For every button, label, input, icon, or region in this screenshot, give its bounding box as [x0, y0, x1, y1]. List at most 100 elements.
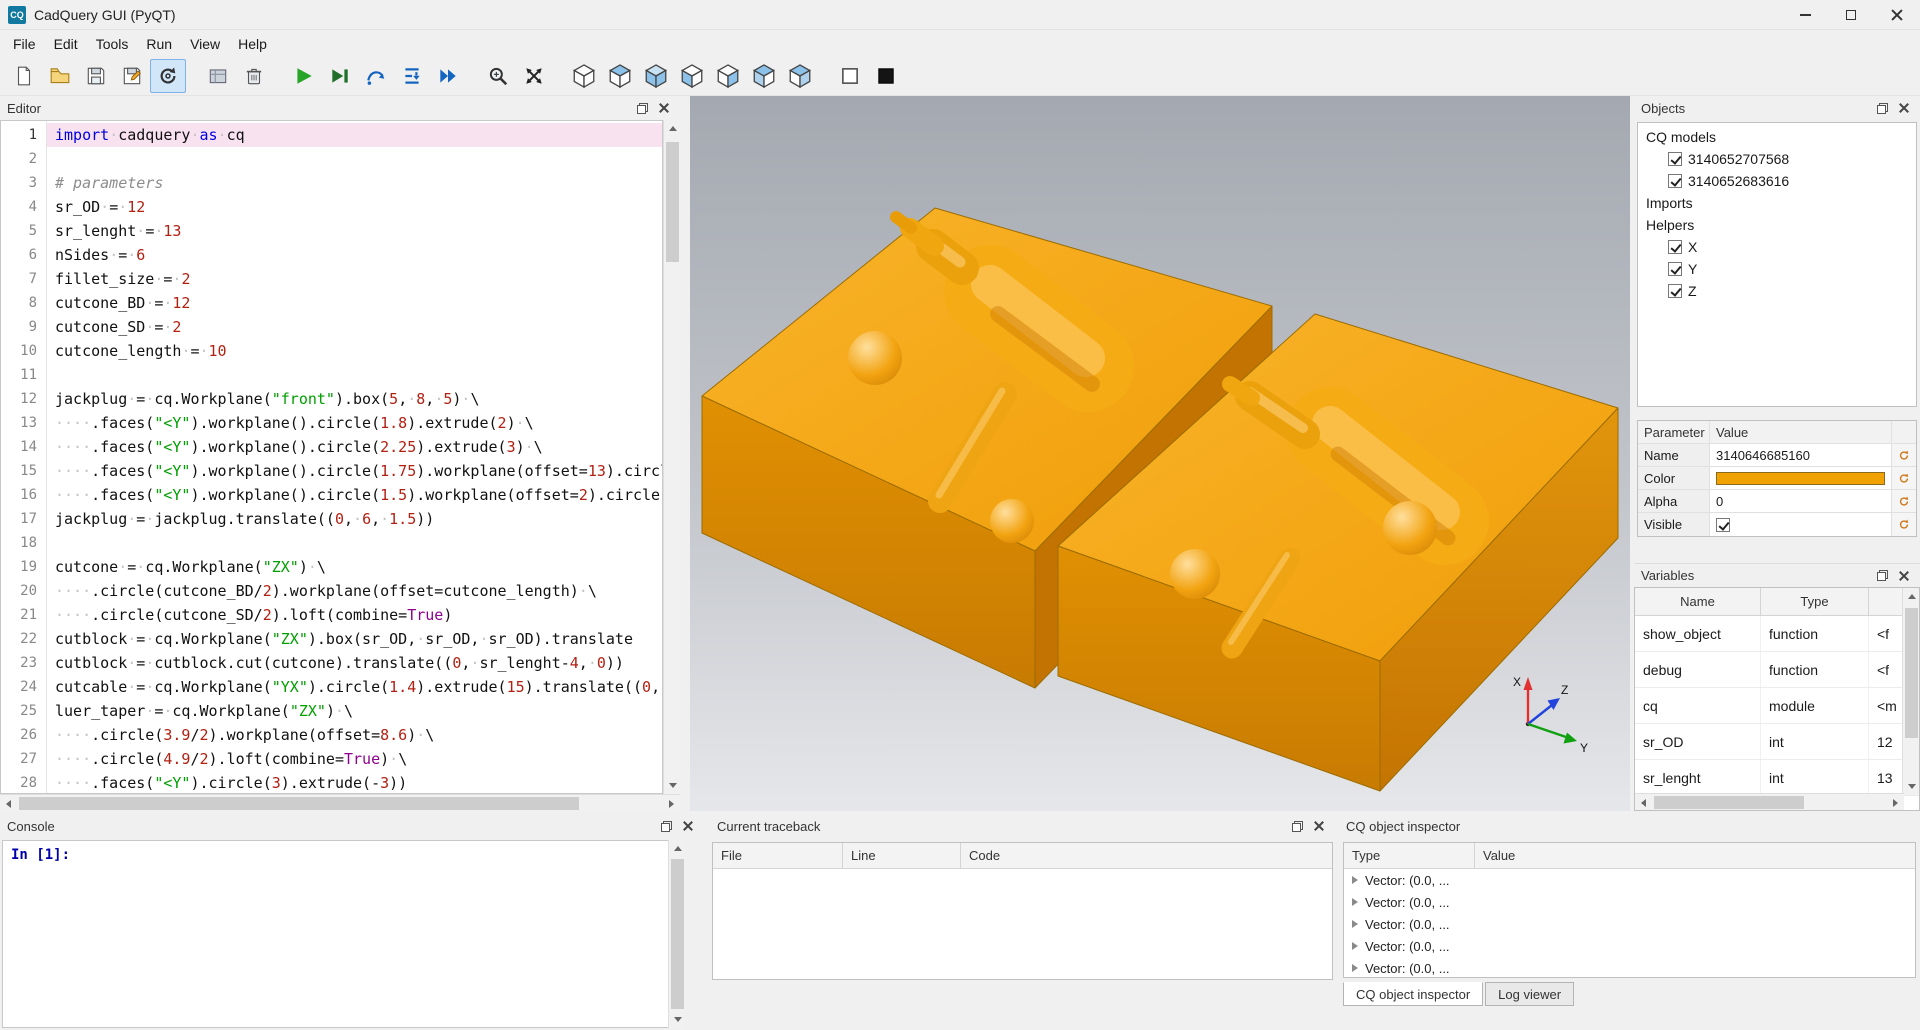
wireframe-button[interactable] [832, 59, 868, 93]
variable-row-cq[interactable]: cqmodule<m [1635, 688, 1919, 724]
scroll-up-button[interactable] [664, 120, 681, 137]
view-right-button[interactable] [782, 59, 818, 93]
variable-row-debug[interactable]: debugfunction<f [1635, 652, 1919, 688]
view-bottom-button[interactable] [638, 59, 674, 93]
property-name-value[interactable]: 3140646685160 [1710, 444, 1892, 466]
menu-file[interactable]: File [4, 33, 45, 55]
code-line[interactable]: ····.circle(4.9/2).loft(combine=True)·\ [47, 747, 662, 771]
variables-vscrollbar[interactable] [1902, 588, 1919, 795]
save-button[interactable] [78, 59, 114, 93]
view-top-button[interactable] [602, 59, 638, 93]
expand-icon[interactable] [1352, 964, 1358, 972]
code-line[interactable]: import·cadquery·as·cq [47, 123, 662, 147]
menu-run[interactable]: Run [137, 33, 181, 55]
scroll-thumb[interactable] [1905, 608, 1918, 738]
inspector-row[interactable]: Vector: (0.0, ... [1344, 957, 1915, 978]
tab-cq-object-inspector[interactable]: CQ object inspector [1343, 982, 1483, 1006]
minimize-button[interactable] [1782, 0, 1828, 30]
close-button[interactable] [1874, 0, 1920, 30]
expand-icon[interactable] [1352, 942, 1358, 950]
code-editor[interactable]: 1234567891011121314151617181920212223242… [0, 120, 663, 794]
scroll-left-button[interactable] [0, 795, 17, 812]
3d-viewport[interactable]: X Z Y [690, 96, 1630, 811]
expand-icon[interactable] [1352, 876, 1358, 884]
reset-visible-button[interactable] [1892, 513, 1916, 536]
expand-icon[interactable] [1352, 920, 1358, 928]
scroll-thumb[interactable] [666, 142, 679, 262]
traceback-col-code[interactable]: Code [961, 843, 1332, 868]
console-float-button[interactable] [657, 817, 675, 835]
clear-button[interactable] [200, 59, 236, 93]
variables-col-name[interactable]: Name [1635, 588, 1761, 615]
code-line[interactable] [47, 363, 662, 387]
menu-edit[interactable]: Edit [45, 33, 87, 55]
traceback-col-file[interactable]: File [713, 843, 843, 868]
tree-checkbox[interactable] [1668, 240, 1682, 254]
code-line[interactable] [47, 531, 662, 555]
scroll-down-button[interactable] [664, 777, 681, 794]
shaded-button[interactable] [868, 59, 904, 93]
menu-help[interactable]: Help [229, 33, 276, 55]
expand-icon[interactable] [1352, 898, 1358, 906]
code-line[interactable]: # parameters [47, 171, 662, 195]
tab-log-viewer[interactable]: Log viewer [1485, 982, 1574, 1006]
code-line[interactable]: nSides·=·6 [47, 243, 662, 267]
console-close-button[interactable] [679, 817, 697, 835]
inspector-row[interactable]: Vector: (0.0, ... [1344, 869, 1915, 891]
code-line[interactable]: cutcone·=·cq.Workplane("ZX")·\ [47, 555, 662, 579]
inspector-row[interactable]: Vector: (0.0, ... [1344, 891, 1915, 913]
reset-color-button[interactable] [1892, 467, 1916, 489]
scroll-thumb[interactable] [671, 859, 684, 1009]
scroll-down-button[interactable] [669, 1011, 686, 1028]
scroll-down-button[interactable] [1903, 778, 1920, 795]
properties-col-parameter[interactable]: Parameter [1638, 421, 1710, 443]
code-line[interactable]: ····.faces("<Y").circle(3).extrude(-3)) [47, 771, 662, 793]
code-line[interactable]: ····.circle(3.9/2).workplane(offset=8.6)… [47, 723, 662, 747]
reset-name-button[interactable] [1892, 444, 1916, 466]
view-left-button[interactable] [746, 59, 782, 93]
code-line[interactable]: cutblock·=·cq.Workplane("ZX").box(sr_OD,… [47, 627, 662, 651]
code-line[interactable]: cutcable·=·cq.Workplane("YX").circle(1.4… [47, 675, 662, 699]
variables-hscrollbar[interactable] [1635, 793, 1904, 810]
tree-checkbox[interactable] [1668, 284, 1682, 298]
code-line[interactable]: cutblock·=·cutblock.cut(cutcone).transla… [47, 651, 662, 675]
variables-col-type[interactable]: Type [1761, 588, 1869, 615]
color-swatch[interactable] [1716, 472, 1885, 485]
tree-item-3140652707568[interactable]: 3140652707568 [1638, 148, 1916, 170]
tree-checkbox[interactable] [1668, 262, 1682, 276]
tree-item-x[interactable]: X [1638, 236, 1916, 258]
tree-item-z[interactable]: Z [1638, 280, 1916, 302]
code-line[interactable]: cutcone_SD·=·2 [47, 315, 662, 339]
continue-button[interactable] [430, 59, 466, 93]
tree-item-imports[interactable]: Imports [1638, 192, 1916, 214]
delete-button[interactable] [236, 59, 272, 93]
tree-item-y[interactable]: Y [1638, 258, 1916, 280]
autoreload-button[interactable] [150, 59, 186, 93]
step-into-button[interactable] [394, 59, 430, 93]
scroll-thumb[interactable] [1654, 796, 1804, 809]
code-line[interactable]: ····.faces("<Y").workplane().circle(1.75… [47, 459, 662, 483]
view-front-button[interactable] [674, 59, 710, 93]
inspector-row[interactable]: Vector: (0.0, ... [1344, 935, 1915, 957]
scroll-thumb[interactable] [19, 797, 579, 810]
zoom-fit-button[interactable] [480, 59, 516, 93]
tree-checkbox[interactable] [1668, 174, 1682, 188]
property-alpha-value[interactable]: 0 [1710, 490, 1892, 512]
editor-hscrollbar[interactable] [0, 794, 680, 811]
tree-item-3140652683616[interactable]: 3140652683616 [1638, 170, 1916, 192]
console-vscrollbar[interactable] [668, 840, 685, 1028]
menu-view[interactable]: View [181, 33, 229, 55]
code-line[interactable]: ····.faces("<Y").workplane().circle(2.25… [47, 435, 662, 459]
new-file-button[interactable] [6, 59, 42, 93]
code-line[interactable]: cutcone_length·=·10 [47, 339, 662, 363]
tree-item-helpers[interactable]: Helpers [1638, 214, 1916, 236]
code-line[interactable]: cutcone_BD·=·12 [47, 291, 662, 315]
step-button[interactable] [358, 59, 394, 93]
debug-button[interactable] [322, 59, 358, 93]
variable-row-show_object[interactable]: show_objectfunction<f [1635, 616, 1919, 652]
maximize-button[interactable] [1828, 0, 1874, 30]
scroll-up-button[interactable] [1903, 588, 1920, 605]
editor-close-button[interactable] [655, 99, 673, 117]
variable-row-sr_lenght[interactable]: sr_lenghtint13 [1635, 760, 1919, 796]
traceback-close-button[interactable] [1310, 817, 1328, 835]
